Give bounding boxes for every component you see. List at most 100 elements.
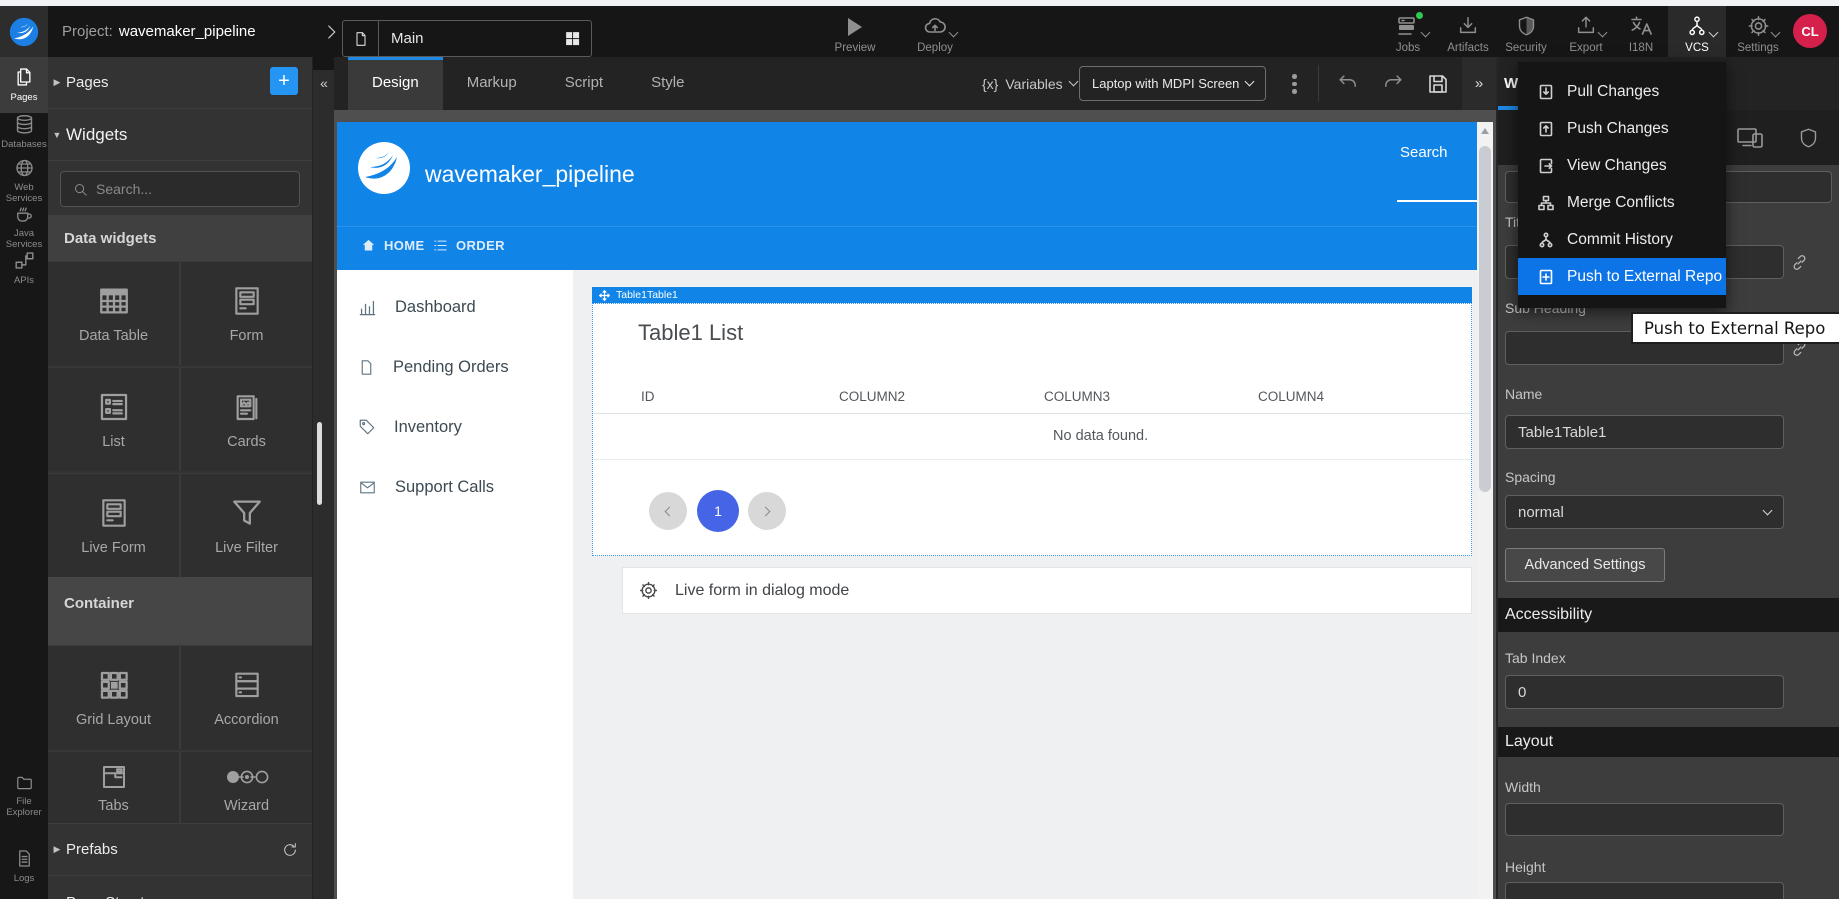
widget-card-grid-layout[interactable]: Grid Layout — [48, 646, 179, 749]
widget-card-list[interactable]: List — [48, 368, 179, 471]
file-explorer-icon — [14, 774, 35, 792]
prefabs-section-header[interactable]: ▶ Prefabs — [48, 823, 312, 876]
tab-style[interactable]: Style — [627, 57, 708, 110]
widget-search-input[interactable] — [96, 181, 287, 197]
canvas-scrollbar-thumb[interactable] — [1479, 146, 1491, 492]
tabindex-input[interactable] — [1505, 675, 1784, 709]
security-shield-icon — [1516, 14, 1537, 38]
column-header[interactable]: COLUMN2 — [839, 389, 905, 404]
settings-gear-icon — [1747, 14, 1770, 38]
rail-item-pages[interactable]: Pages — [0, 57, 48, 113]
widget-card-label: Data Table — [79, 328, 148, 344]
menu-item-pending-orders[interactable]: Pending Orders — [337, 346, 573, 388]
menu-item-push-to-external-repo[interactable]: Push to External Repo — [1518, 258, 1726, 295]
rail-item-logs[interactable]: Logs — [0, 848, 48, 892]
device-selector[interactable]: Laptop with MDPI Screen — [1079, 66, 1266, 101]
tab-design[interactable]: Design — [348, 57, 443, 110]
security-button[interactable]: Security — [1497, 14, 1555, 54]
scrollbar-up-arrow[interactable] — [1481, 128, 1489, 134]
canvas-scrollbar[interactable] — [1477, 122, 1493, 899]
rail-item-apis[interactable]: APIs — [0, 250, 48, 292]
add-page-button[interactable]: + — [270, 67, 298, 95]
widget-card-data-table[interactable]: Data Table — [48, 262, 179, 365]
selected-widget-bar[interactable]: Table1Table1 — [592, 287, 1472, 303]
widget-card-live-filter[interactable]: Live Filter — [181, 474, 312, 577]
wavemaker-logo[interactable] — [0, 6, 48, 57]
container-band: Container — [48, 577, 312, 645]
widget-card-cards[interactable]: Cards — [181, 368, 312, 471]
nav-item-order[interactable]: ORDER — [433, 238, 505, 253]
artifacts-button[interactable]: Artifacts — [1439, 14, 1497, 54]
widget-card-form[interactable]: Form — [181, 262, 312, 365]
app-search-link[interactable]: Search — [1400, 144, 1448, 161]
tab-markup[interactable]: Markup — [443, 57, 541, 110]
user-avatar[interactable]: CL — [1793, 14, 1827, 48]
pagination-prev-button[interactable] — [649, 492, 687, 530]
undo-button[interactable] — [1336, 72, 1360, 94]
deploy-button[interactable]: Deploy — [906, 14, 964, 54]
widget-card-tabs[interactable]: Tabs — [48, 752, 179, 823]
tab-script[interactable]: Script — [541, 57, 627, 110]
height-input[interactable] — [1505, 882, 1784, 899]
settings-button[interactable]: Settings — [1729, 14, 1787, 54]
widget-card-live-form[interactable]: Live Form — [48, 474, 179, 577]
widget-search[interactable] — [60, 171, 300, 207]
settings-chevron-icon — [1770, 28, 1780, 38]
preview-button[interactable]: Preview — [826, 14, 884, 54]
column-header[interactable]: COLUMN3 — [1044, 389, 1110, 404]
menu-item-push-changes[interactable]: Push Changes — [1518, 110, 1726, 147]
advanced-settings-button[interactable]: Advanced Settings — [1505, 548, 1665, 582]
more-options-icon[interactable] — [1292, 71, 1296, 97]
menu-item-view-changes[interactable]: View Changes — [1518, 147, 1726, 184]
table1-list-widget[interactable]: Table1 List ID COLUMN2 COLUMN3 COLUMN4 N… — [592, 303, 1472, 556]
widget-card-accordion[interactable]: Accordion — [181, 646, 312, 749]
move-handle-icon[interactable] — [599, 290, 610, 301]
pagination-page-button[interactable]: 1 — [697, 490, 739, 532]
menu-item-inventory[interactable]: Inventory — [337, 406, 573, 448]
menu-item-merge-conflicts[interactable]: Merge Conflicts — [1518, 184, 1726, 221]
shield-outline-icon[interactable] — [1798, 126, 1819, 150]
i18n-button[interactable]: I18N — [1612, 14, 1670, 54]
vcs-button[interactable]: VCS — [1668, 14, 1726, 54]
redo-button[interactable] — [1381, 72, 1405, 94]
bind-title-link-icon[interactable] — [1790, 253, 1809, 272]
name-input[interactable] — [1505, 415, 1784, 449]
refresh-prefabs-icon[interactable] — [282, 842, 298, 858]
variables-button[interactable]: {x} Variables — [982, 57, 1077, 110]
column-header[interactable]: ID — [641, 389, 655, 404]
collapse-panel-icon[interactable]: « — [313, 75, 335, 91]
page-grid-icon[interactable] — [553, 30, 591, 47]
save-button[interactable] — [1426, 72, 1450, 96]
column-header[interactable]: COLUMN4 — [1258, 389, 1324, 404]
jobs-status-dot — [1416, 12, 1423, 19]
menu-item-dashboard[interactable]: Dashboard — [337, 286, 573, 328]
open-page-tab[interactable]: Main — [342, 20, 592, 57]
nav-item-home[interactable]: HOME — [361, 238, 425, 253]
jobs-button[interactable]: Jobs — [1379, 14, 1437, 54]
data-widgets-band: Data widgets — [48, 215, 312, 261]
live-form-dialog-widget[interactable]: Live form in dialog mode — [622, 567, 1472, 614]
layout-section-header[interactable]: Layout — [1498, 727, 1839, 757]
widgets-panel: ▶ Pages + ▼ Widgets Data widgets Data Ta… — [48, 57, 312, 899]
expand-right-panel-icon[interactable]: » — [1462, 57, 1496, 110]
pages-section-header[interactable]: ▶ Pages + — [48, 57, 312, 109]
selected-widget-label: Table1Table1 — [616, 289, 678, 301]
accessibility-section-header[interactable]: Accessibility — [1498, 598, 1839, 632]
devices-preview-icon[interactable] — [1736, 126, 1766, 150]
rail-item-databases[interactable]: Databases — [0, 114, 48, 158]
menu-item-support-calls[interactable]: Support Calls — [337, 466, 573, 508]
rail-item-java-services[interactable]: Java Services — [0, 204, 48, 250]
rail-item-web-services[interactable]: Web Services — [0, 158, 48, 204]
menu-item-commit-history[interactable]: Commit History — [1518, 221, 1726, 258]
export-button[interactable]: Export — [1557, 14, 1615, 54]
page-structure-section-header[interactable]: ▶ Page Structure — [48, 876, 312, 899]
spacing-select[interactable]: normal — [1505, 495, 1784, 529]
pagination-next-button[interactable] — [748, 492, 786, 530]
panel-scrollbar-thumb[interactable] — [317, 422, 322, 505]
width-input[interactable] — [1505, 803, 1784, 836]
rail-item-file-explorer[interactable]: File Explorer — [0, 774, 48, 818]
app-header: wavemaker_pipeline Search — [337, 122, 1477, 226]
widgets-section-header[interactable]: ▼ Widgets — [48, 109, 312, 161]
widget-card-wizard[interactable]: Wizard — [181, 752, 312, 823]
menu-item-pull-changes[interactable]: Pull Changes — [1518, 73, 1726, 110]
